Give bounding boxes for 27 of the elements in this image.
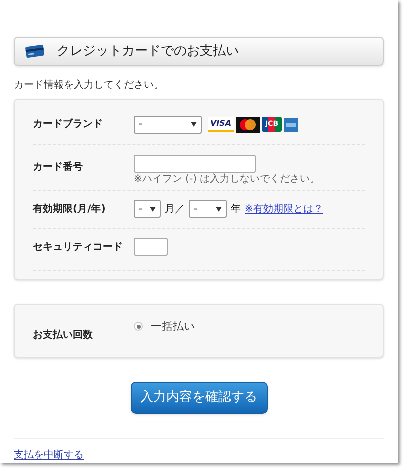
caret-icon <box>216 206 222 212</box>
header-title: クレジットカードでのお支払い <box>57 42 239 61</box>
card-number-field[interactable] <box>134 155 256 174</box>
field-label: カード番号 <box>33 160 84 175</box>
cancel-payment-link[interactable]: 支払を中断する <box>14 448 84 463</box>
caret-icon <box>150 206 156 212</box>
field-label: セキュリティコード <box>33 240 124 255</box>
field-label: カードブランド <box>33 118 104 132</box>
caret-icon <box>191 122 197 128</box>
dropdown[interactable]: - <box>134 200 161 218</box>
credit-card-icon <box>25 44 45 58</box>
hint-text: ※ハイフン (-) は入力しないでください。 <box>134 175 320 186</box>
visa-logo: VISA <box>208 117 234 132</box>
dropdown[interactable]: - <box>189 200 227 218</box>
radio-option[interactable]: 一括払い <box>134 318 195 336</box>
year-unit: 年 <box>231 202 241 217</box>
dropdown[interactable]: - <box>134 116 202 134</box>
field-label: 有効期限(月/年) <box>33 202 107 217</box>
field-label: お支払い回数 <box>33 328 94 344</box>
mastercard-logo <box>236 116 260 133</box>
intro-text: カード情報を入力してください。 <box>14 78 165 93</box>
security-code-field[interactable] <box>134 238 168 256</box>
radio-button[interactable] <box>134 322 143 332</box>
amex-logo <box>284 118 298 132</box>
expiry-help-link[interactable]: ※有効期限とは？ <box>245 202 324 217</box>
confirm-button[interactable]: 入力内容を確認する <box>130 382 268 414</box>
month-unit: 月／ <box>165 202 185 217</box>
